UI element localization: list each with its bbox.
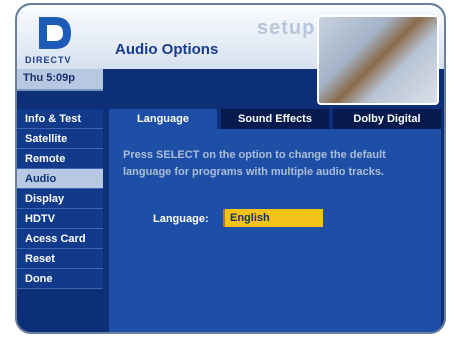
directv-logo: DIRECTV <box>25 13 107 65</box>
content-panel: Press SELECT on the option to change the… <box>109 129 441 332</box>
tv-screen: DIRECTV Audio Options setup Thu 5:09p In… <box>15 3 446 334</box>
brand-name: DIRECTV <box>25 55 72 65</box>
tab-sound-effects[interactable]: Sound Effects <box>221 109 329 129</box>
language-selector[interactable]: English <box>223 209 323 227</box>
sidebar-item-done[interactable]: Done <box>17 269 103 289</box>
sidebar-item-audio[interactable]: Audio <box>17 169 103 189</box>
sidebar-menu: Info & Test Satellite Remote Audio Displ… <box>17 109 103 289</box>
football-player-image <box>317 15 439 105</box>
sidebar-item-info-test[interactable]: Info & Test <box>17 109 103 129</box>
tab-bar: Language Sound Effects Dolby Digital <box>109 109 441 129</box>
language-label: Language: <box>153 213 209 225</box>
tab-dolby-digital[interactable]: Dolby Digital <box>333 109 441 129</box>
sidebar-item-hdtv[interactable]: HDTV <box>17 209 103 229</box>
tab-language[interactable]: Language <box>109 109 217 129</box>
sidebar-item-access-card[interactable]: Acess Card <box>17 229 103 249</box>
page-title: Audio Options <box>115 41 219 58</box>
section-label: setup <box>257 17 316 39</box>
clock-bar: Thu 5:09p <box>17 69 103 91</box>
instructions-text: Press SELECT on the option to change the… <box>123 149 386 178</box>
sidebar-item-display[interactable]: Display <box>17 189 103 209</box>
clock-time: Thu 5:09p <box>23 72 75 84</box>
sidebar-item-satellite[interactable]: Satellite <box>17 129 103 149</box>
sidebar-item-remote[interactable]: Remote <box>17 149 103 169</box>
directv-logo-icon <box>39 17 71 49</box>
sidebar-item-reset[interactable]: Reset <box>17 249 103 269</box>
